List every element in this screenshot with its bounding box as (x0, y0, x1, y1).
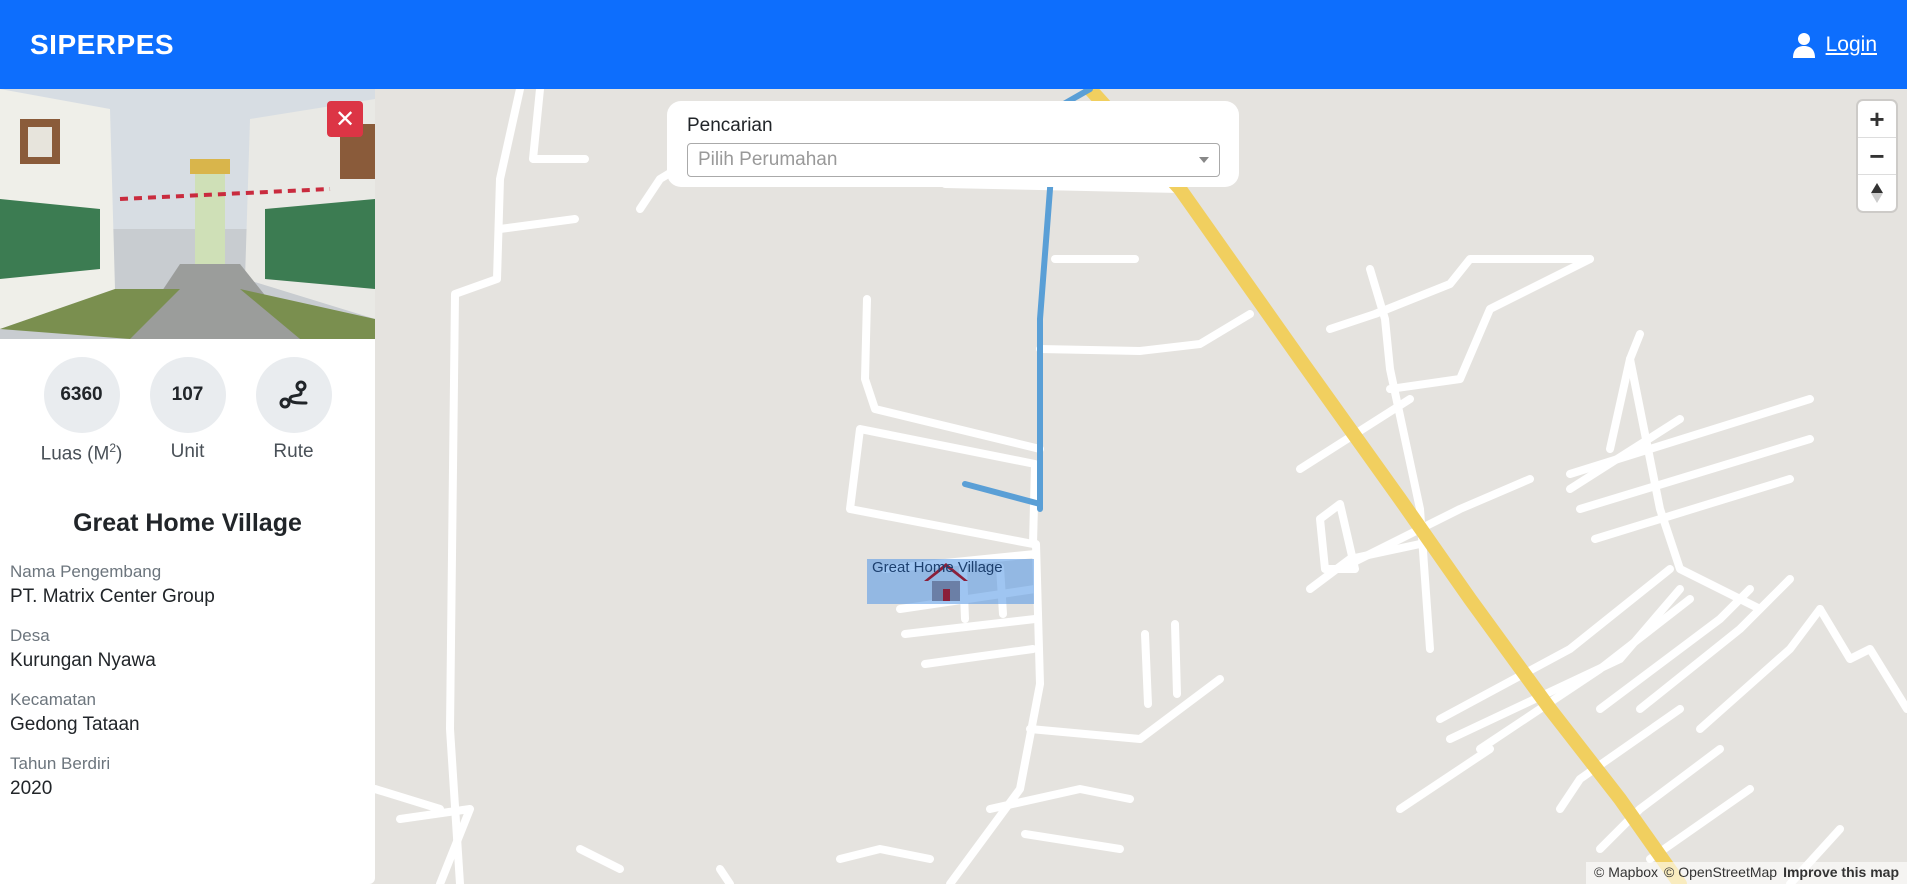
osm-attribution[interactable]: © OpenStreetMap (1664, 864, 1777, 882)
mapbox-attribution[interactable]: © Mapbox (1594, 864, 1658, 882)
detail-district: Kecamatan Gedong Tataan (10, 690, 365, 736)
detail-developer: Nama Pengembang PT. Matrix Center Group (10, 562, 365, 608)
detail-year: Tahun Berdiri 2020 (10, 754, 365, 800)
navbar: SIPERPES Login (0, 0, 1907, 89)
route-label: Rute (273, 441, 314, 462)
detail-value: PT. Matrix Center Group (10, 586, 215, 608)
map-attribution: © Mapbox © OpenStreetMap Improve this ma… (1586, 862, 1907, 884)
search-panel: Pencarian Pilih Perumahan (667, 101, 1239, 187)
stat-unit: 107 Unit (148, 357, 228, 465)
login-label: Login (1825, 32, 1877, 56)
area-value: 6360 (43, 357, 120, 433)
house-details: Nama Pengembang PT. Matrix Center Group … (0, 562, 375, 800)
house-photo: ✕ (0, 89, 375, 339)
compass-icon (1871, 183, 1883, 203)
compass-button[interactable] (1858, 175, 1896, 211)
housing-select[interactable]: Pilih Perumahan (687, 143, 1220, 177)
house-name: Great Home Village (73, 509, 302, 538)
zoom-in-button[interactable]: + (1858, 101, 1896, 138)
stat-route[interactable]: Rute (254, 357, 334, 465)
detail-label: Tahun Berdiri (10, 754, 111, 774)
user-icon (1792, 32, 1815, 58)
detail-value: 2020 (10, 778, 53, 800)
detail-value: Kurungan Nyawa (10, 650, 156, 672)
map-zoom-control: + − (1858, 101, 1896, 211)
housing-select-placeholder: Pilih Perumahan (698, 149, 838, 170)
brand-logo[interactable]: SIPERPES (30, 29, 174, 61)
stats-row: 6360 Luas (M2) 107 Unit Rute (0, 357, 375, 465)
login-link[interactable]: Login (1792, 32, 1877, 58)
chevron-down-icon (1199, 157, 1209, 163)
unit-label: Unit (170, 441, 205, 462)
improve-map-link[interactable]: Improve this map (1783, 864, 1899, 882)
area-label: Luas (M2) (40, 441, 123, 465)
house-gate-photo (0, 89, 375, 339)
detail-village: Desa Kurungan Nyawa (10, 626, 365, 672)
detail-label: Nama Pengembang (10, 562, 162, 582)
zoom-out-button[interactable]: − (1858, 138, 1896, 175)
route-button[interactable] (255, 357, 332, 433)
house-marker-label: Great Home Village (872, 559, 1003, 576)
route-icon (279, 380, 307, 409)
unit-value: 107 (149, 357, 226, 433)
detail-label: Desa (10, 626, 50, 646)
stat-area: 6360 Luas (M2) (40, 357, 123, 465)
close-button[interactable]: ✕ (327, 101, 363, 137)
info-sidebar: ✕ 6360 Luas (M2) 107 Unit Rute Great Hom… (0, 89, 375, 884)
detail-value: Gedong Tataan (10, 714, 140, 736)
detail-label: Kecamatan (10, 690, 96, 710)
search-title: Pencarian (687, 115, 773, 136)
